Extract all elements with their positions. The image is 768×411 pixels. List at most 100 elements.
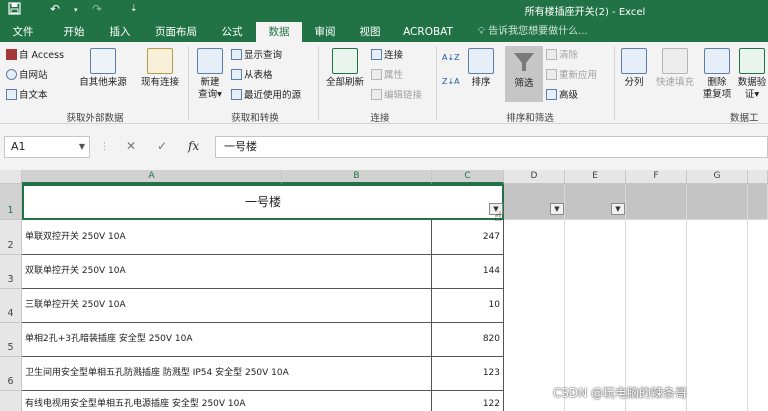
tab-file[interactable]: 文件 <box>4 22 42 42</box>
sort-ascending-button[interactable]: A↓Z <box>442 50 460 66</box>
formula-input[interactable]: 一号楼 <box>215 136 768 158</box>
tab-review[interactable]: 审阅 <box>306 22 344 42</box>
table-row[interactable]: 卫生间用安全型单相五孔防溅插座 防溅型 IP54 安全型 250V 10A <box>22 357 432 391</box>
existing-connections-button[interactable]: 现有连接 <box>136 48 184 89</box>
insert-function-icon[interactable]: fx <box>188 139 199 153</box>
table-cell-value[interactable]: 247 <box>432 220 504 255</box>
text-to-columns-button[interactable]: 分列 <box>618 48 650 89</box>
tab-data[interactable]: 数据 <box>256 22 302 42</box>
row-header[interactable]: 3 <box>0 255 22 289</box>
remove-duplicates-button[interactable]: 删除 重复项 <box>700 48 734 101</box>
customize-toolbar-icon[interactable]: ⇣ <box>130 4 138 14</box>
table-row[interactable]: 有线电视用安全型单相五孔电源插座 安全型 250V 10A <box>22 391 432 411</box>
reapply-icon <box>546 69 557 80</box>
table-cell-value[interactable]: 10 <box>432 289 504 323</box>
empty-column-f[interactable] <box>626 220 687 411</box>
other-sources-icon <box>90 48 116 74</box>
name-box[interactable]: A1 ▼ <box>4 136 90 158</box>
row-header[interactable]: 6 <box>0 357 22 391</box>
cell-f1[interactable] <box>626 184 687 220</box>
filter-dropdown-d1[interactable]: ▼ <box>550 203 564 215</box>
table-cell-value[interactable]: 123 <box>432 357 504 391</box>
tab-acrobat[interactable]: ACROBAT <box>398 22 458 42</box>
row-header[interactable]: 2 <box>0 220 22 255</box>
filter-dropdown-e1[interactable]: ▼ <box>611 203 625 215</box>
chevron-down-icon[interactable]: ▼ <box>79 137 85 157</box>
table-cell-value[interactable]: 820 <box>432 323 504 357</box>
group-label-connections: 连接 <box>370 113 390 124</box>
undo-icon[interactable]: ↶ <box>50 2 60 16</box>
cell-g1[interactable] <box>687 184 748 220</box>
from-other-sources-button[interactable]: 自其他来源 <box>74 48 132 89</box>
group-label-get-external: 获取外部数据 <box>66 113 124 124</box>
table-row[interactable]: 单联双控开关 250V 10A <box>22 220 432 255</box>
recent-sources-button[interactable]: 最近使用的源 <box>231 88 301 104</box>
from-web-button[interactable]: 自网站 <box>6 68 48 84</box>
tab-page-layout[interactable]: 页面布局 <box>148 22 204 42</box>
flash-fill-icon <box>662 48 688 74</box>
group-separator <box>318 46 319 120</box>
table-cell-value[interactable]: 144 <box>432 255 504 289</box>
column-header-e[interactable]: E <box>565 170 626 184</box>
from-access-button[interactable]: 自 Access <box>6 48 64 64</box>
column-header-b[interactable]: B <box>282 170 432 184</box>
group-separator <box>188 46 189 120</box>
cell-h1[interactable] <box>748 184 768 220</box>
empty-column-d[interactable] <box>504 220 565 411</box>
tell-me-box[interactable]: 💡︎ 告诉我您想要做什么... <box>478 22 588 42</box>
advanced-filter-icon <box>546 89 557 100</box>
tab-home[interactable]: 开始 <box>52 22 96 42</box>
row-header[interactable]: 7 <box>0 391 22 411</box>
cancel-icon[interactable]: ✕ <box>126 139 136 153</box>
column-header-d[interactable]: D <box>504 170 565 184</box>
tell-me-text: 告诉我您想要做什么... <box>488 26 588 37</box>
flash-fill-button[interactable]: 快速填充 <box>652 48 698 89</box>
column-header-next[interactable] <box>748 170 768 184</box>
enter-icon[interactable]: ✓ <box>157 139 167 153</box>
redo-icon[interactable]: ↷ <box>92 2 102 16</box>
sort-descending-button[interactable]: Z↓A <box>442 74 460 90</box>
queries-icon <box>231 49 242 60</box>
empty-column-g[interactable] <box>687 220 748 411</box>
table-row[interactable]: 单相2孔+3孔暗装插座 安全型 250V 10A <box>22 323 432 357</box>
undo-dropdown-icon[interactable]: ▾ <box>74 6 78 14</box>
from-text-button[interactable]: 自文本 <box>6 88 48 104</box>
connections-button[interactable]: 连接 <box>371 48 403 64</box>
new-query-button[interactable]: 新建 查询▾ <box>192 48 228 101</box>
tab-formulas[interactable]: 公式 <box>212 22 252 42</box>
reapply-button[interactable]: 重新应用 <box>546 68 597 84</box>
formula-bar: A1 ▼ ⋮ ✕ ✓ fx 一号楼 <box>0 124 768 170</box>
edit-links-button[interactable]: 编辑链接 <box>371 88 422 104</box>
more-options-icon[interactable]: ⋮ <box>100 142 109 152</box>
group-separator <box>614 46 615 120</box>
refresh-all-button[interactable]: 全部刷新 <box>322 48 368 89</box>
table-row[interactable]: 三联单控开关 250V 10A <box>22 289 432 323</box>
sort-button[interactable]: 排序 <box>466 48 496 89</box>
clear-filter-button[interactable]: 清除 <box>546 48 578 64</box>
show-queries-button[interactable]: 显示查询 <box>231 48 282 64</box>
properties-icon <box>371 69 382 80</box>
properties-button[interactable]: 属性 <box>371 68 403 84</box>
column-header-f[interactable]: F <box>626 170 687 184</box>
column-header-c[interactable]: C <box>432 170 504 184</box>
cell-a1-title[interactable]: 一号楼 <box>22 184 504 220</box>
select-all-corner[interactable] <box>0 170 22 184</box>
existing-connections-icon <box>147 48 173 74</box>
watermark: CSDN @玩电脑的辣条哥 <box>553 386 688 400</box>
row-header[interactable]: 1 <box>0 184 22 220</box>
access-icon <box>6 49 17 60</box>
data-validation-button[interactable]: 数据验 证▾ <box>736 48 768 101</box>
row-header[interactable]: 4 <box>0 289 22 323</box>
save-icon[interactable] <box>8 2 21 18</box>
from-table-button[interactable]: 从表格 <box>231 68 273 84</box>
tab-insert[interactable]: 插入 <box>100 22 140 42</box>
filter-button[interactable]: 筛选 <box>505 46 543 102</box>
column-header-g[interactable]: G <box>687 170 748 184</box>
empty-column-e[interactable] <box>565 220 626 411</box>
table-row[interactable]: 双联单控开关 250V 10A <box>22 255 432 289</box>
column-header-a[interactable]: A <box>22 170 282 184</box>
row-header[interactable]: 5 <box>0 323 22 357</box>
advanced-filter-button[interactable]: 高级 <box>546 88 578 104</box>
table-cell-value[interactable]: 122 <box>432 391 504 411</box>
tab-view[interactable]: 视图 <box>352 22 388 42</box>
